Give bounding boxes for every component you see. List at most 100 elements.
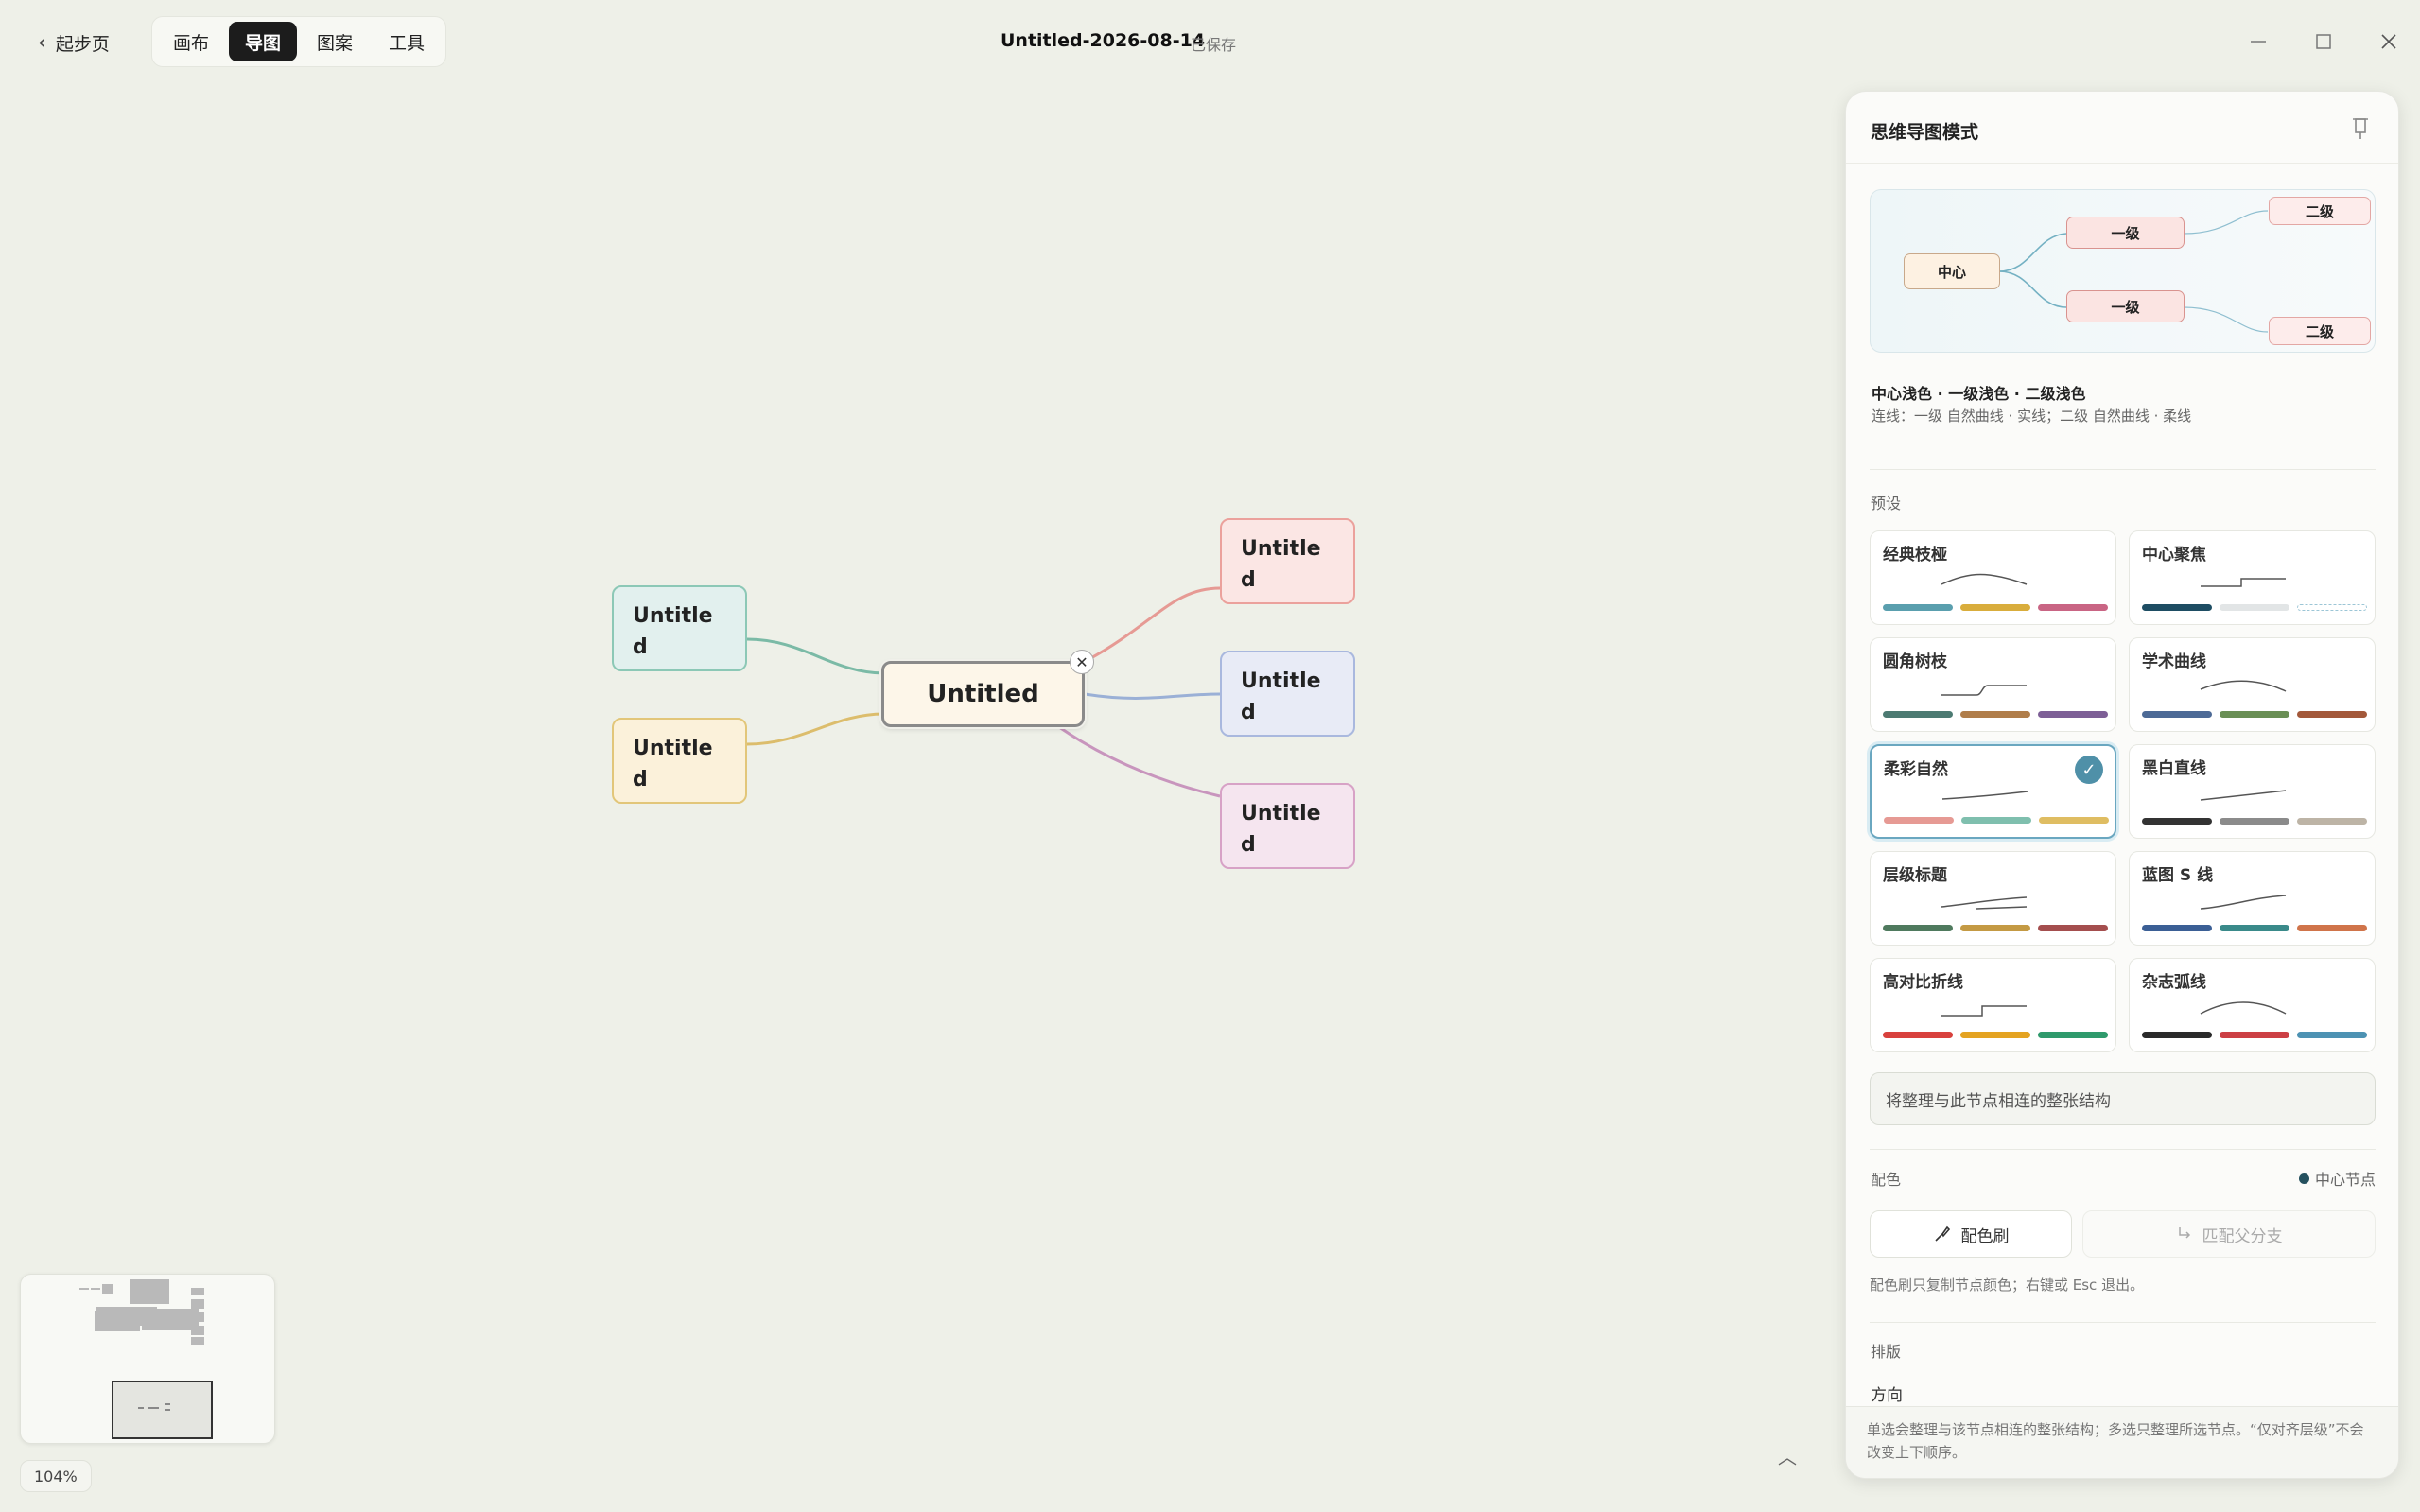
style-summary-title: 中心浅色 · 一级浅色 · 二级浅色 [1872, 385, 2086, 403]
preset-name: 蓝图 S 线 [2142, 866, 2214, 885]
preset-card[interactable]: 柔彩自然 ✓ [1870, 744, 2116, 839]
preset-swatches [1884, 817, 2109, 824]
preset-name: 经典枝桠 [1883, 546, 1947, 565]
minimize-icon [2251, 41, 2266, 43]
match-parent-branch-button[interactable]: 匹配父分支 [2082, 1210, 2376, 1258]
mindmap-center-node[interactable]: Untitled [881, 661, 1085, 727]
preset-card[interactable]: 经典枝桠 [1870, 530, 2116, 625]
preset-curve-icon [1941, 1005, 2027, 1017]
preview-level1-node: 一级 [2066, 290, 2185, 322]
delete-node-button[interactable]: ✕ [1070, 650, 1094, 674]
connector-left-top [746, 637, 885, 675]
color-swatch [2142, 1032, 2212, 1038]
layout-section-label: 排版 [1871, 1343, 1902, 1361]
preset-card[interactable]: 蓝图 S 线 [2129, 851, 2376, 946]
mindmap-node-left-1[interactable]: Untitle d [612, 585, 747, 671]
color-section-label: 配色 [1871, 1171, 1902, 1189]
brush-label: 配色刷 [1960, 1226, 2010, 1246]
color-swatch [1883, 604, 1953, 611]
mindmap-node-right-3[interactable]: Untitle d [1220, 783, 1355, 869]
preset-curve-icon [2200, 790, 2287, 801]
color-swatch [2297, 1032, 2367, 1038]
divider [1846, 163, 2398, 164]
color-swatch [1961, 817, 2031, 824]
back-to-start-button[interactable]: ‹ 起步页 [38, 26, 110, 59]
presets-label: 预设 [1871, 495, 1902, 513]
divider [1870, 469, 2376, 470]
color-swatch [1883, 925, 1953, 931]
color-swatch [2220, 925, 2289, 931]
mindmap-node-right-1[interactable]: Untitle d [1220, 518, 1355, 604]
preset-swatches [1883, 925, 2108, 931]
minimap-block [191, 1337, 204, 1345]
divider [1870, 1149, 2376, 1150]
preset-swatches [1883, 1032, 2108, 1038]
minimap-viewport[interactable] [112, 1381, 213, 1439]
minimap-block [191, 1288, 204, 1295]
color-swatch [2297, 925, 2367, 931]
preset-card[interactable]: 圆角树枝 [1870, 637, 2116, 732]
connector-right-bottom [1058, 725, 1221, 798]
brush-icon [1934, 1225, 1950, 1242]
close-icon [2381, 34, 2396, 49]
color-swatch [1883, 1032, 1953, 1038]
reorganize-structure-button[interactable]: 将整理与此节点相连的整张结构 [1870, 1072, 2376, 1125]
preset-card[interactable]: 高对比折线 [1870, 958, 2116, 1052]
mode-tabs: 画布 导图 图案 工具 [151, 16, 447, 67]
color-brush-button[interactable]: 配色刷 [1870, 1210, 2072, 1258]
preset-swatches [1883, 711, 2108, 718]
layout-note: 单选会整理与该节点相连的整张结构；多选只整理所选节点。“仅对齐层级”不会改变上下… [1846, 1406, 2398, 1478]
color-swatch [2039, 817, 2109, 824]
center-tag-label: 中心节点 [2314, 1171, 2376, 1189]
preset-card[interactable]: 层级标题 [1870, 851, 2116, 946]
tab-tools[interactable]: 工具 [373, 22, 441, 61]
preset-card[interactable]: 学术曲线 [2129, 637, 2376, 732]
preset-card[interactable]: 黑白直线 [2129, 744, 2376, 839]
tab-canvas[interactable]: 画布 [157, 22, 225, 61]
color-swatch [2038, 925, 2108, 931]
minimap-block [138, 1407, 144, 1409]
preset-curve-icon [2200, 895, 2287, 910]
preset-name: 圆角树枝 [1883, 652, 1947, 671]
close-window-button[interactable] [2372, 25, 2406, 59]
tab-mindmap[interactable]: 导图 [229, 22, 298, 61]
preset-swatches [2142, 604, 2367, 611]
branch-icon [2178, 1227, 2190, 1239]
chevron-up-icon[interactable]: ︿ [1778, 1442, 1797, 1469]
color-swatch [1883, 711, 1953, 718]
minimap-block [79, 1288, 89, 1290]
zoom-level[interactable]: 104% [20, 1460, 92, 1492]
color-swatch [2220, 711, 2289, 718]
preview-level1-node: 一级 [2066, 217, 2185, 249]
style-preview: 中心 一级 一级 二级 二级 [1870, 189, 2376, 353]
color-swatch [1960, 711, 2030, 718]
mindmap-node-right-2[interactable]: Untitle d [1220, 651, 1355, 737]
maximize-window-button[interactable] [2307, 25, 2341, 59]
back-label: 起步页 [55, 33, 110, 55]
color-swatch [2038, 604, 2108, 611]
preview-level2-node: 二级 [2269, 317, 2371, 345]
chevron-left-icon: ‹ [38, 30, 46, 55]
color-swatch [2142, 604, 2212, 611]
pin-icon[interactable] [2349, 116, 2372, 141]
preset-name: 杂志弧线 [2142, 973, 2206, 992]
center-node-tag: 中心节点 [2298, 1167, 2376, 1190]
preset-curve-icon [1941, 791, 2028, 800]
match-label: 匹配父分支 [2202, 1226, 2283, 1246]
color-swatch [2220, 1032, 2289, 1038]
color-swatch [1884, 817, 1954, 824]
preset-curve-icon [2201, 578, 2286, 587]
maximize-icon [2316, 34, 2331, 49]
preset-card[interactable]: 中心聚焦 [2129, 530, 2376, 625]
mindmap-node-left-2[interactable]: Untitle d [612, 718, 747, 804]
tab-pattern[interactable]: 图案 [301, 22, 369, 61]
minimap[interactable] [20, 1274, 275, 1444]
preset-name: 黑白直线 [2142, 759, 2206, 778]
direction-label: 方向 [1871, 1386, 1903, 1405]
document-title[interactable]: Untitled-2026-08-14 [1001, 30, 1205, 51]
color-swatch [1960, 925, 2030, 931]
preset-card[interactable]: 杂志弧线 [2129, 958, 2376, 1052]
minimize-window-button[interactable] [2241, 25, 2275, 59]
minimap-block [165, 1403, 170, 1405]
color-dot-icon [2298, 1173, 2309, 1184]
